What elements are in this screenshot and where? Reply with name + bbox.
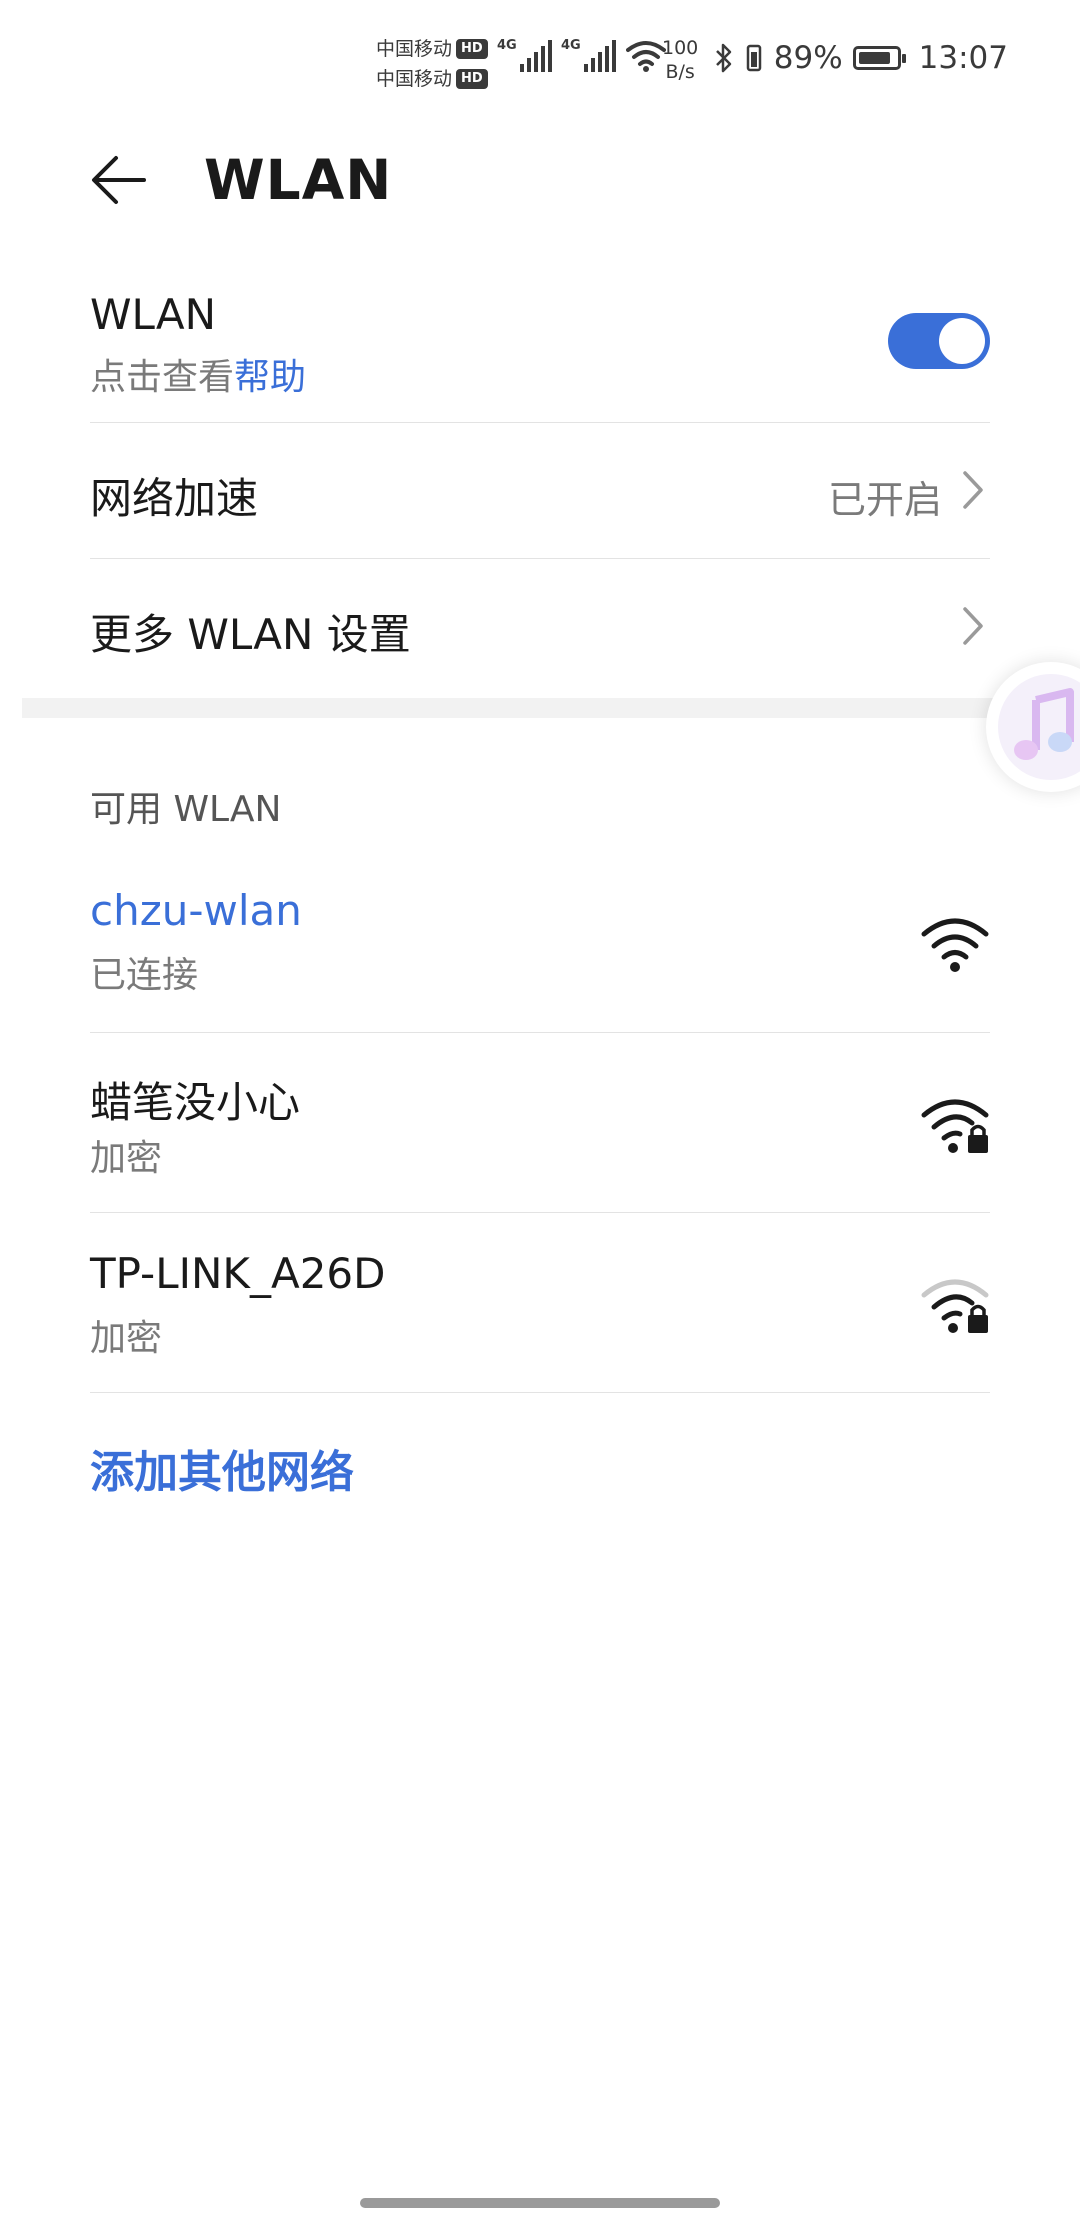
wifi-network-row[interactable]: chzu-wlan 已连接 — [90, 876, 990, 1032]
floating-music-bubble[interactable] — [986, 662, 1080, 792]
wlan-help-text: 点击查看帮助 — [90, 348, 306, 400]
home-indicator[interactable] — [360, 2198, 720, 2208]
network-type-label: 4G — [561, 38, 581, 53]
speed-value: 100 — [662, 37, 699, 59]
music-note-icon — [1014, 688, 1074, 760]
wlan-label: WLAN — [90, 290, 217, 339]
speed-unit: B/s — [665, 61, 695, 83]
network-speed: 100 B/s — [662, 36, 698, 84]
arrow-left-icon — [92, 156, 146, 204]
add-other-network-link[interactable]: 添加其他网络 — [90, 1436, 354, 1500]
clock: 13:07 — [918, 40, 1008, 76]
status-bar: 中国移动 HD 中国移动 HD 4G 4G 100 B/s 89% 13:07 — [0, 0, 1080, 120]
page-title: WLAN — [204, 148, 393, 212]
battery-percent: 89% — [773, 40, 843, 76]
network-type-label: 4G — [497, 38, 517, 53]
network-accel-label: 网络加速 — [90, 474, 259, 523]
more-wlan-settings-label: 更多 WLAN 设置 — [90, 610, 411, 659]
wifi-weak-lock-icon — [921, 1279, 989, 1333]
wifi-network-row[interactable]: TP-LINK_A26D 加密 — [90, 1213, 990, 1391]
wlan-toggle-row[interactable]: WLAN 点击查看帮助 — [90, 286, 990, 414]
bluetooth-icon — [715, 43, 731, 73]
status-right: 89% 13:07 — [714, 40, 1008, 76]
wifi-status-icon — [626, 41, 666, 72]
network-accel-value: 已开启 — [827, 478, 942, 522]
back-button[interactable] — [84, 144, 156, 216]
network-ssid: chzu-wlan — [90, 886, 302, 935]
switch-knob — [939, 318, 985, 364]
available-wlan-header: 可用 WLAN — [90, 789, 282, 830]
network-status: 加密 — [90, 1318, 163, 1359]
signal-indicators: 4G 4G — [497, 38, 666, 72]
cellular-signal-icon: 4G — [497, 38, 552, 72]
hd-badge: HD — [456, 39, 488, 59]
cellular-signal-icon: 4G — [561, 38, 616, 72]
vibrate-battery-icon — [746, 44, 761, 72]
network-accel-row[interactable]: 网络加速 已开启 — [90, 423, 990, 557]
hd-badge: HD — [456, 69, 488, 89]
section-separator — [22, 698, 1080, 718]
wifi-full-icon — [921, 918, 989, 972]
help-link[interactable]: 帮助 — [234, 357, 306, 398]
help-prefix: 点击查看 — [90, 357, 235, 398]
more-wlan-settings-row[interactable]: 更多 WLAN 设置 — [90, 559, 990, 693]
wifi-network-row[interactable]: 蜡笔没小心 加密 — [90, 1033, 990, 1211]
carrier-name-1: 中国移动 — [376, 38, 453, 60]
network-status: 加密 — [90, 1138, 163, 1179]
divider — [90, 1392, 990, 1393]
battery-icon — [852, 46, 906, 70]
wifi-full-lock-icon — [921, 1099, 989, 1153]
carrier-info: 中国移动 HD 中国移动 HD — [376, 34, 488, 94]
chevron-right-icon — [963, 471, 983, 509]
wlan-switch[interactable] — [888, 313, 990, 369]
carrier-name-2: 中国移动 — [376, 68, 453, 90]
network-ssid: TP-LINK_A26D — [90, 1249, 386, 1298]
chevron-right-icon — [963, 607, 983, 645]
network-ssid: 蜡笔没小心 — [90, 1078, 301, 1127]
title-bar: WLAN — [0, 140, 1080, 220]
network-status: 已连接 — [90, 955, 199, 996]
